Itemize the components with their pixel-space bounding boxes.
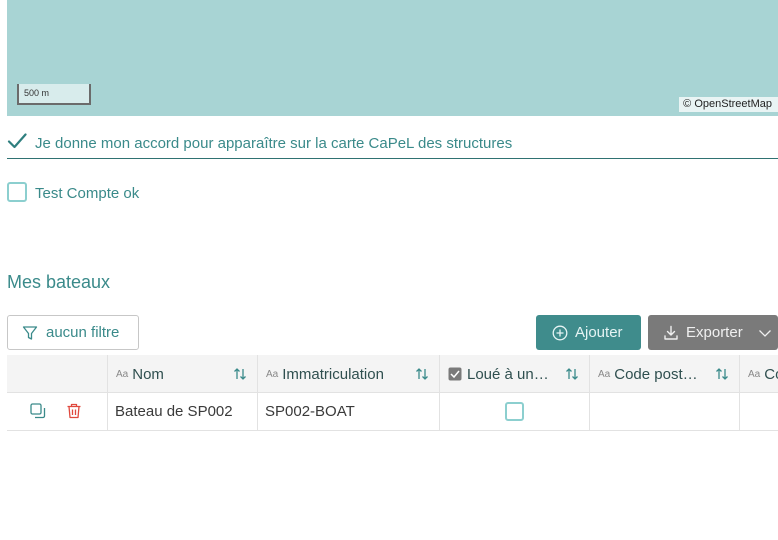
checkbox-type-icon: [448, 367, 462, 381]
column-header-nom[interactable]: Aa Nom: [107, 355, 257, 393]
text-type-icon: Aa: [116, 368, 129, 380]
section-title: Mes bateaux: [7, 272, 111, 292]
add-button-label: Ajouter: [575, 324, 623, 341]
row-actions-cell: [7, 393, 107, 430]
sort-icon[interactable]: [715, 367, 729, 381]
consent-checkbox[interactable]: [7, 131, 27, 151]
column-header-code-postal[interactable]: Aa Code post…: [589, 355, 739, 393]
sort-icon[interactable]: [233, 367, 247, 381]
table-header: Aa Nom Aa Immatriculation Loué à un… Aa …: [7, 355, 778, 393]
loue-checkbox[interactable]: [505, 402, 524, 421]
column-header-label: Immatriculation: [282, 365, 384, 383]
checkmark-icon: [7, 133, 27, 149]
filter-button[interactable]: aucun filtre: [7, 315, 139, 350]
plus-circle-icon: [552, 325, 568, 340]
test-account-checkbox[interactable]: [7, 182, 27, 202]
trash-icon[interactable]: [66, 403, 82, 419]
filter-icon: [22, 325, 38, 340]
map-scale-bar: 500 m: [17, 84, 91, 105]
text-type-icon: Aa: [266, 368, 279, 380]
header-actions-cell: [7, 355, 107, 393]
map-attribution[interactable]: © OpenStreetMap: [679, 97, 778, 112]
column-header-extra[interactable]: Aa Co: [739, 355, 778, 393]
export-button-label: Exporter: [686, 324, 743, 341]
column-header-loue[interactable]: Loué à un…: [439, 355, 589, 393]
duplicate-icon[interactable]: [30, 403, 46, 419]
text-type-icon: Aa: [598, 368, 611, 380]
column-header-label: Code post…: [614, 365, 698, 383]
cell-loue[interactable]: [439, 393, 589, 430]
map[interactable]: 500 m © OpenStreetMap: [7, 0, 778, 116]
consent-row[interactable]: Je donne mon accord pour apparaître sur …: [7, 128, 778, 159]
table-row[interactable]: Bateau de SP002 SP002-BOAT: [7, 393, 778, 431]
sort-icon[interactable]: [565, 367, 579, 381]
download-icon: [664, 325, 678, 340]
cell-immatriculation[interactable]: SP002-BOAT: [257, 393, 439, 430]
sort-icon[interactable]: [415, 367, 429, 381]
column-header-label: Loué à un…: [467, 365, 549, 383]
cell-code-postal[interactable]: [589, 393, 739, 430]
column-header-immatriculation[interactable]: Aa Immatriculation: [257, 355, 439, 393]
filter-button-label: aucun filtre: [46, 324, 120, 341]
export-button[interactable]: Exporter: [648, 315, 778, 350]
test-account-label: Test Compte ok: [35, 185, 140, 202]
consent-label: Je donne mon accord pour apparaître sur …: [35, 135, 513, 152]
boats-table: Aa Nom Aa Immatriculation Loué à un… Aa …: [7, 355, 778, 431]
map-scale-label: 500 m: [24, 88, 50, 98]
column-header-label: Nom: [132, 365, 164, 383]
column-header-label: Co: [764, 365, 778, 383]
cell-nom[interactable]: Bateau de SP002: [107, 393, 257, 430]
chevron-down-icon[interactable]: [758, 326, 772, 340]
add-button[interactable]: Ajouter: [536, 315, 641, 350]
text-type-icon: Aa: [748, 368, 761, 380]
cell-extra[interactable]: [739, 393, 778, 430]
